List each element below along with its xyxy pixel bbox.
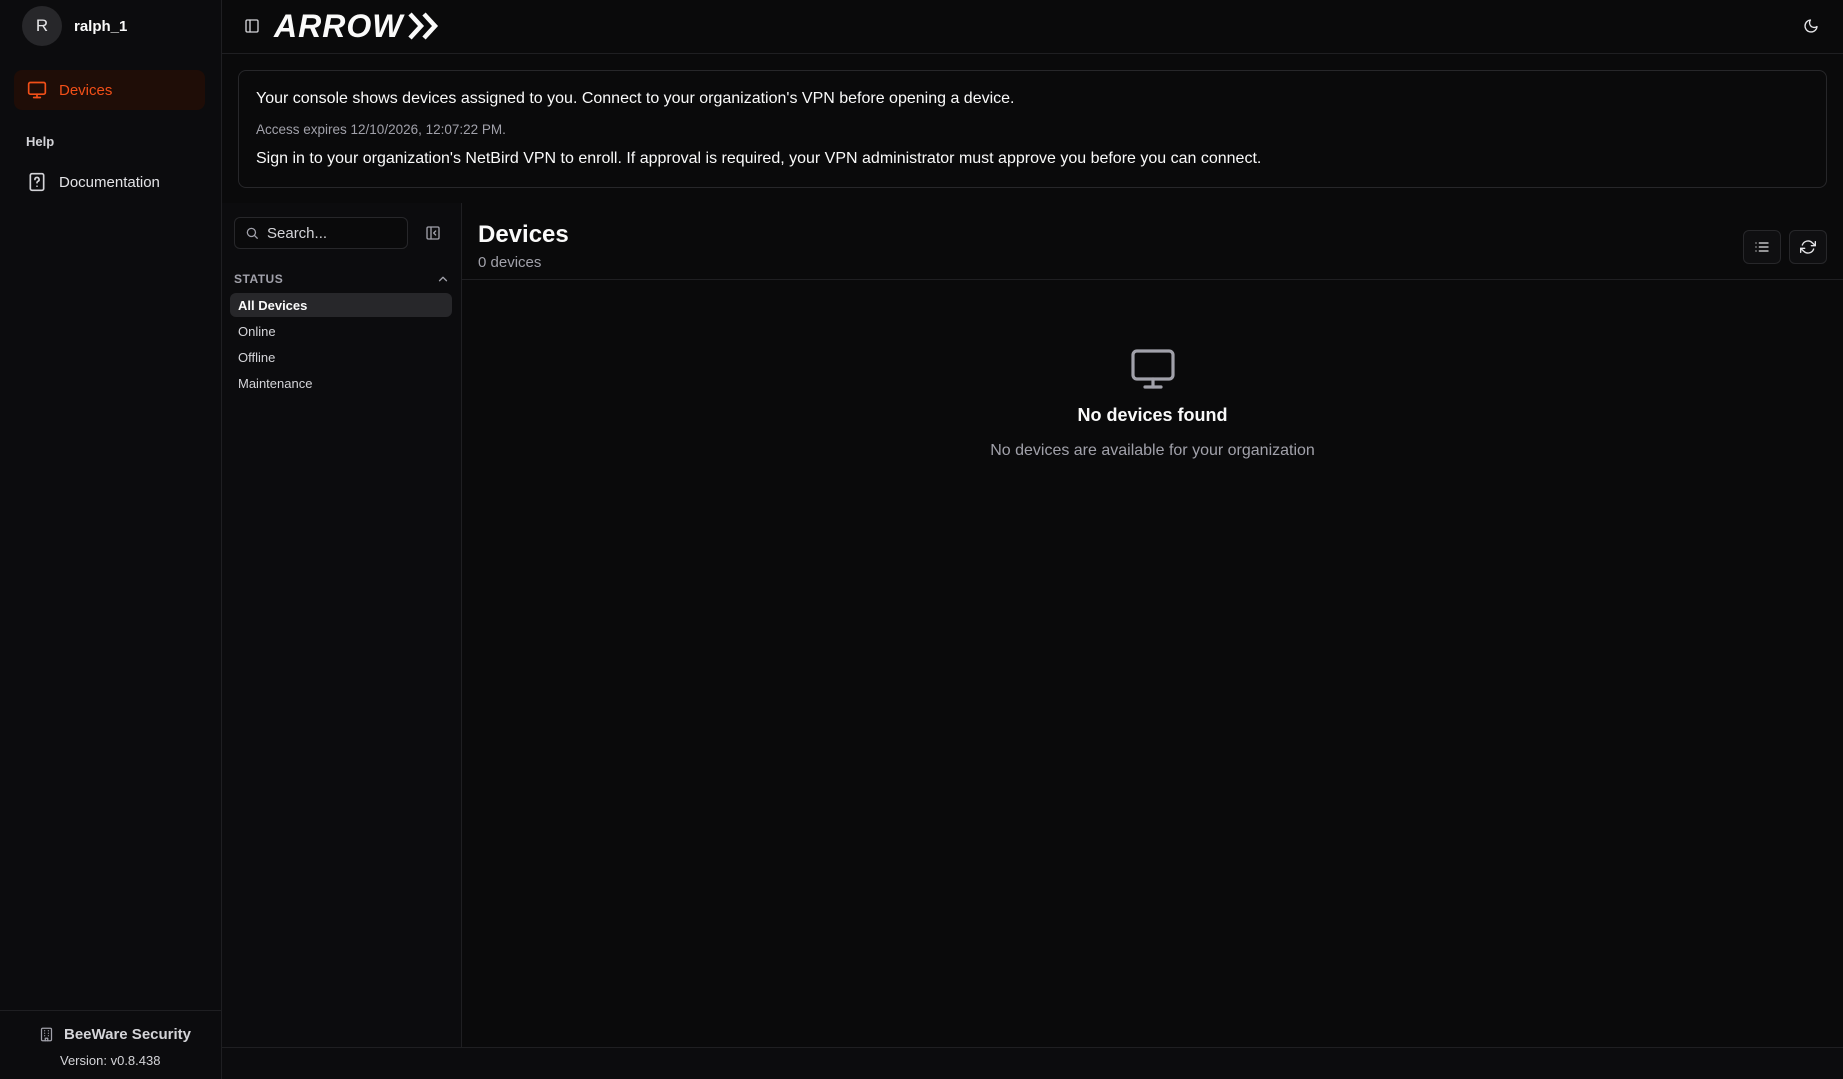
- search-box[interactable]: [234, 217, 408, 249]
- info-banner: Your console shows devices assigned to y…: [238, 70, 1827, 188]
- device-count: 0 devices: [478, 254, 542, 271]
- moon-icon: [1804, 19, 1818, 33]
- access-expiry: Access expires 12/10/2026, 12:07:22 PM.: [256, 122, 506, 137]
- monitor-icon: [27, 81, 47, 99]
- page-title: Devices: [478, 221, 569, 248]
- sidebar: R ralph_1 Devices Help Documentation Bee…: [0, 0, 222, 1079]
- topbar: ARROW: [222, 0, 1843, 54]
- chevron-up-icon: [438, 276, 448, 282]
- status-title: STATUS: [234, 272, 284, 286]
- filter-all-devices[interactable]: All Devices: [230, 293, 452, 317]
- sidebar-item-documentation[interactable]: Documentation: [14, 162, 205, 202]
- list-icon: [1755, 242, 1769, 252]
- search-input[interactable]: [267, 224, 397, 242]
- sidebar-item-devices[interactable]: Devices: [14, 70, 205, 110]
- empty-state: No devices found No devices are availabl…: [462, 345, 1843, 460]
- panel-left-icon: [245, 19, 259, 33]
- monitor-icon: [1130, 349, 1175, 389]
- avatar[interactable]: R: [22, 6, 62, 46]
- organization-switcher[interactable]: BeeWare Security: [39, 1026, 191, 1043]
- app-root: R ralph_1 Devices Help Documentation Bee…: [0, 0, 1843, 1079]
- filter-offline[interactable]: Offline: [230, 345, 452, 369]
- empty-state-title: No devices found: [1077, 405, 1228, 425]
- devices-header: Devices 0 devices: [462, 203, 1843, 280]
- bottom-strip: [222, 1047, 1843, 1079]
- empty-state-subtitle: No devices are available for your organi…: [990, 442, 1315, 459]
- logo-text: ARROW: [274, 7, 404, 44]
- sidebar-item-label: Devices: [59, 81, 113, 99]
- collapse-filters-button[interactable]: [422, 222, 444, 244]
- app-version: Version: v0.8.438: [60, 1053, 161, 1068]
- help-file-icon: [29, 172, 45, 192]
- organization-name: BeeWare Security: [64, 1026, 192, 1043]
- filter-panel: STATUS All Devices Online Offline Mainte…: [222, 203, 462, 1047]
- sidebar-toggle-button[interactable]: [242, 16, 262, 36]
- username: ralph_1: [74, 17, 128, 35]
- sidebar-footer: BeeWare Security Version: v0.8.438: [0, 1010, 221, 1079]
- sidebar-item-label: Documentation: [59, 173, 160, 191]
- list-view-button[interactable]: [1743, 230, 1781, 264]
- user-profile[interactable]: R ralph_1: [22, 6, 127, 46]
- filter-online[interactable]: Online: [230, 319, 452, 343]
- search-icon: [246, 227, 258, 239]
- theme-toggle-button[interactable]: [1799, 14, 1823, 38]
- status-filter-header[interactable]: STATUS: [234, 269, 450, 289]
- filter-maintenance[interactable]: Maintenance: [230, 371, 452, 395]
- sidebar-section-help: Help: [26, 134, 55, 149]
- brand-logo[interactable]: ARROW: [274, 7, 441, 44]
- vpn-instructions: Sign in to your organization's NetBird V…: [256, 150, 1262, 167]
- refresh-button[interactable]: [1789, 230, 1827, 264]
- building-icon: [40, 1027, 53, 1042]
- refresh-icon: [1800, 240, 1816, 254]
- double-chevron-logo-icon: [408, 12, 439, 40]
- banner-message: Your console shows devices assigned to y…: [256, 90, 1015, 107]
- panel-collapse-icon: [426, 226, 440, 240]
